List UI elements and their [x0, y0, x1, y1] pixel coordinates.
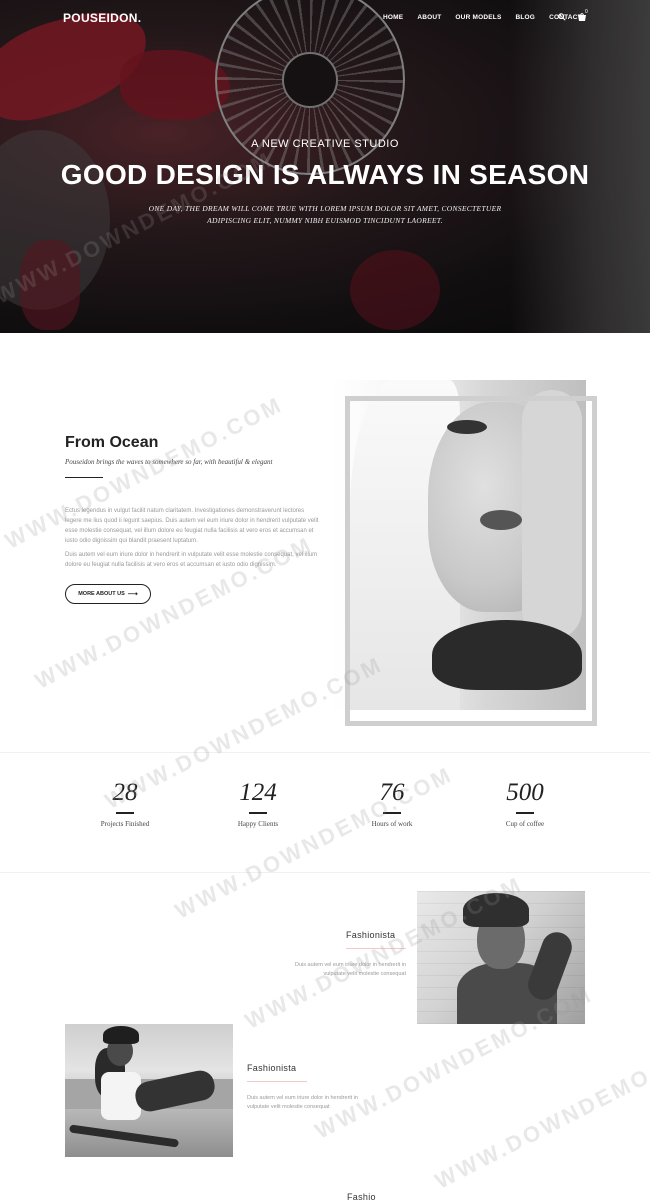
- about-divider: [65, 477, 103, 478]
- fashion-text: Duis autem vel eum iriure dolor in hendr…: [247, 1095, 358, 1110]
- stat-hours: 76 Hours of work: [332, 778, 452, 828]
- fashion-divider: [247, 1081, 307, 1082]
- about-paragraph: Duis autem vel eum iriure dolor in hendr…: [65, 552, 318, 568]
- stat-divider: [249, 812, 267, 814]
- stat-label: Projects Finished: [100, 819, 150, 828]
- fashion-photo[interactable]: [65, 1024, 233, 1157]
- hero-description: ONE DAY, THE DREAM WILL COME TRUE WITH L…: [148, 204, 502, 225]
- search-icon[interactable]: [558, 13, 566, 21]
- fashion-text: Duis autem vel eum iriure dolor in hendr…: [295, 962, 406, 977]
- cart-count-badge: 0: [585, 9, 588, 15]
- stat-clients: 124 Happy Clients: [198, 778, 318, 828]
- photo-hat: [463, 893, 529, 927]
- about-photo-frame: [345, 396, 597, 726]
- photo-skateboard: [68, 1124, 180, 1148]
- stat-coffee: 500 Cup of coffee: [465, 778, 585, 828]
- section-divider: [0, 752, 650, 753]
- stat-label: Hours of work: [371, 819, 413, 828]
- hero-headline: GOOD DESIGN IS ALWAYS IN SEASON: [60, 159, 590, 190]
- stat-number: 124: [239, 779, 277, 806]
- arrow-right-icon: ⟶: [127, 591, 138, 598]
- site-logo[interactable]: POUSEIDON.: [63, 11, 141, 25]
- top-navigation: POUSEIDON. HOME ABOUT OUR MODELS BLOG CO…: [0, 0, 650, 36]
- fashion-photo[interactable]: [417, 891, 585, 1024]
- photo-cap: [103, 1026, 139, 1044]
- about-paragraph: Ectus legendus in vulgut facilit natum c…: [65, 508, 319, 544]
- hero-banner: POUSEIDON. HOME ABOUT OUR MODELS BLOG CO…: [0, 0, 650, 333]
- stat-divider: [116, 812, 134, 814]
- nav-item-our-models[interactable]: OUR MODELS: [455, 14, 501, 21]
- fashion-title[interactable]: Fashionista: [247, 1063, 296, 1073]
- nav-item-blog[interactable]: BLOG: [515, 14, 535, 21]
- watermark-text: WWW.DOWNDEMO.COM: [430, 1031, 650, 1194]
- stat-divider: [383, 812, 401, 814]
- more-about-us-label: MORE ABOUT US: [78, 591, 125, 597]
- stat-number: 500: [506, 779, 544, 806]
- more-about-us-button[interactable]: MORE ABOUT US ⟶: [65, 584, 151, 604]
- section-divider: [0, 872, 650, 873]
- stat-divider: [516, 812, 534, 814]
- about-subtitle: Pouseidon brings the waves to somewhere …: [65, 458, 273, 466]
- stat-projects: 28 Projects Finished: [65, 778, 185, 828]
- fashion-divider: [346, 948, 406, 949]
- nav-item-home[interactable]: HOME: [383, 14, 403, 21]
- about-title: From Ocean: [65, 434, 159, 451]
- stat-number: 76: [379, 779, 405, 806]
- nav-item-about[interactable]: ABOUT: [417, 14, 441, 21]
- stat-number: 28: [112, 779, 138, 806]
- stat-label: Happy Clients: [237, 819, 279, 828]
- fashion-title[interactable]: Fashio: [347, 1192, 376, 1200]
- fashion-title[interactable]: Fashionista: [346, 930, 395, 940]
- stat-label: Cup of coffee: [505, 819, 545, 828]
- hero-tagline: A NEW CREATIVE STUDIO: [251, 138, 399, 150]
